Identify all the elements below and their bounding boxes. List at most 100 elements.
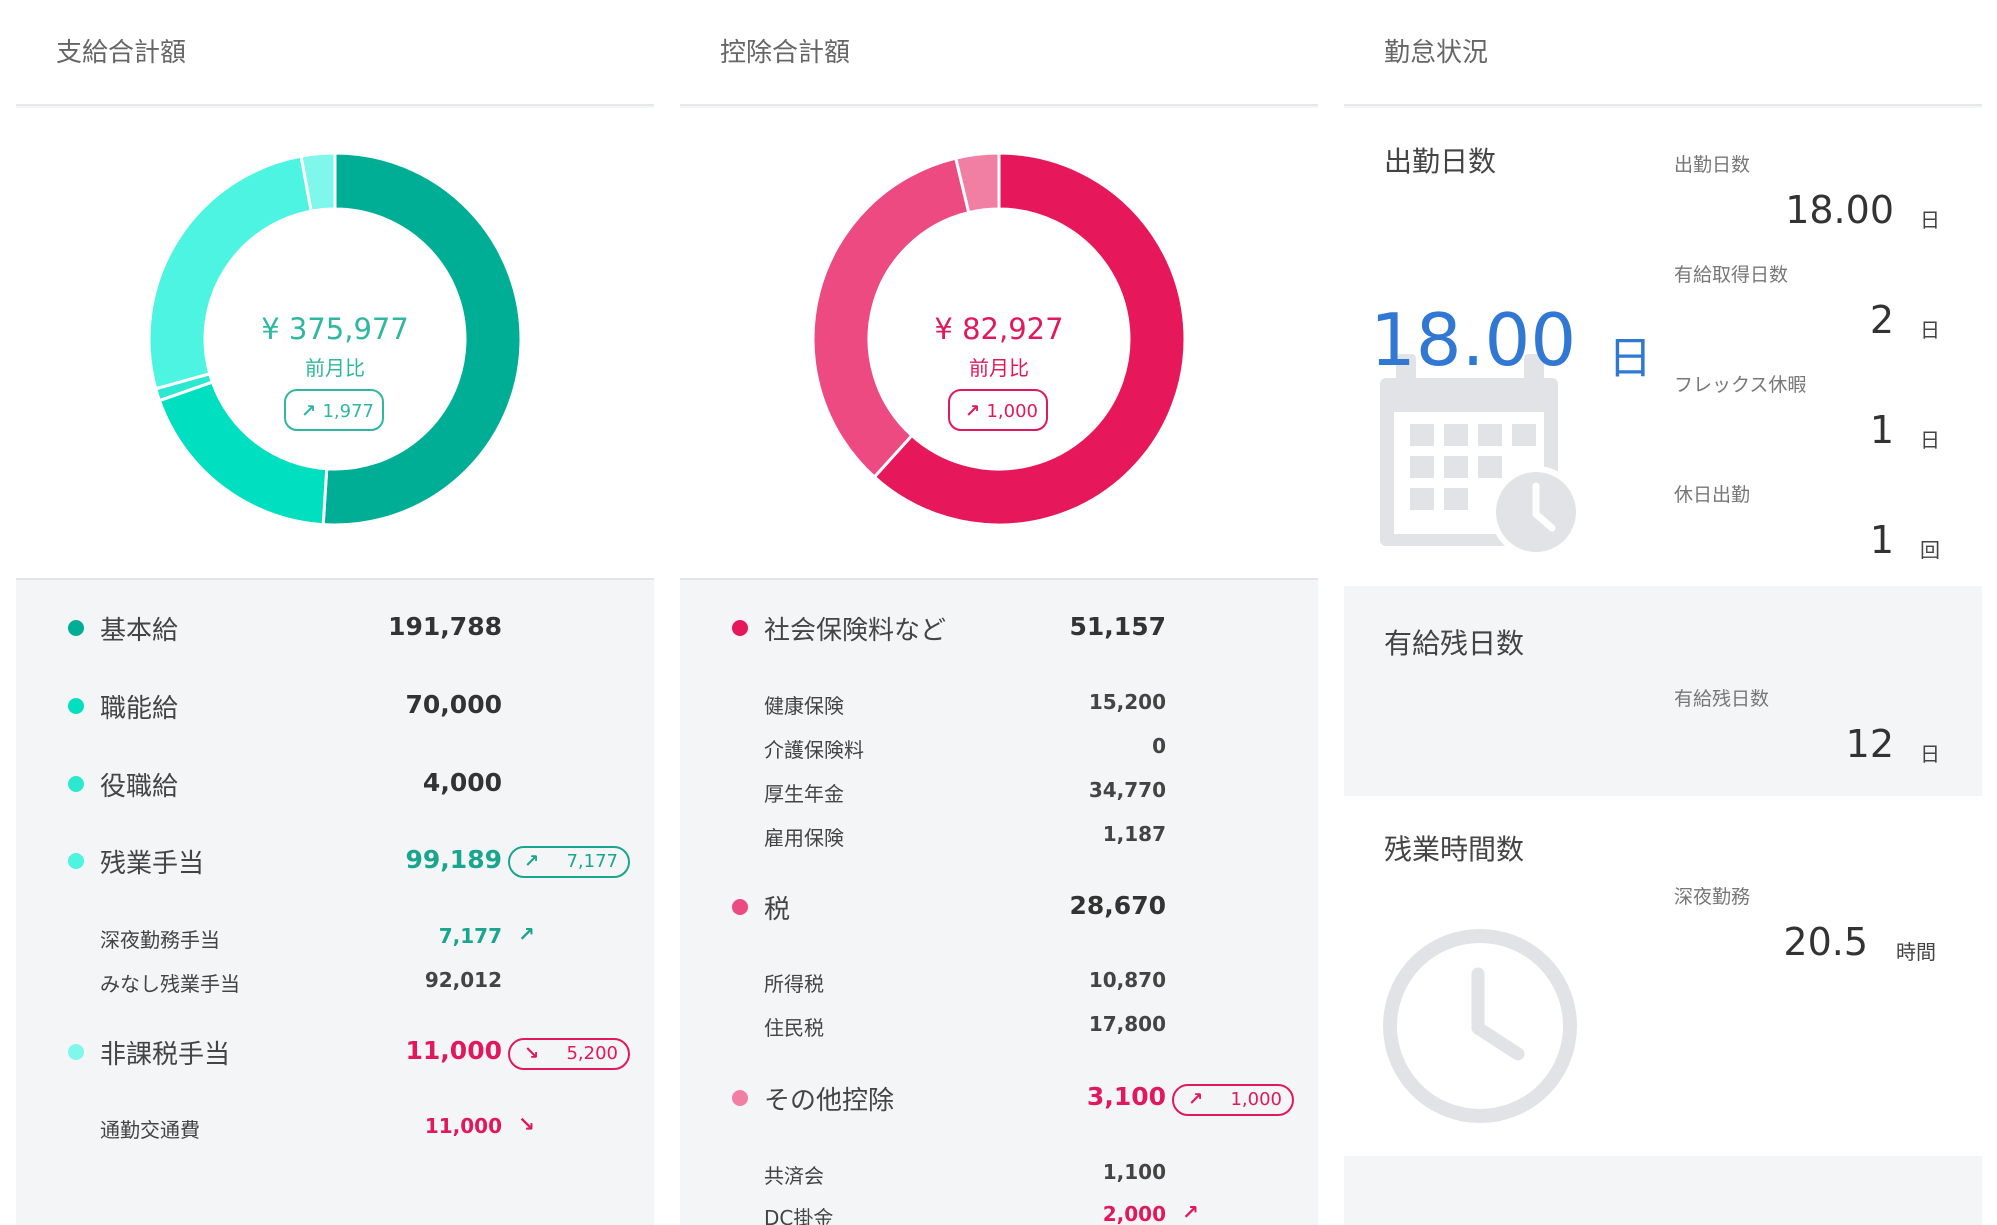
paid-leave-unit: 日 xyxy=(1920,742,1940,766)
overtime-heading: 残業時間数 xyxy=(1384,833,1525,866)
deductions-compare-value: 1,000 xyxy=(986,401,1038,422)
legend-dot xyxy=(732,620,748,636)
deductions-group-label: その他控除 xyxy=(764,1086,895,1116)
deductions-total: ¥ 82,927 xyxy=(934,312,1063,346)
legend-dot xyxy=(732,899,748,915)
deductions-group-label: 社会保険料など xyxy=(764,616,947,646)
clock-icon xyxy=(1383,929,1577,1123)
nontax-change-badge: ↘ 5,200 xyxy=(508,1038,630,1070)
detail-label: 有給取得日数 xyxy=(1674,264,1789,286)
trend-up-icon: ↗ xyxy=(1182,1200,1199,1224)
payments-sub-value: 7,177 xyxy=(438,924,502,948)
badge-value: 5,200 xyxy=(566,1043,618,1064)
legend-dot xyxy=(732,1090,748,1106)
detail-label: 出勤日数 xyxy=(1674,154,1751,176)
trend-down-icon: ↘ xyxy=(518,1112,535,1136)
deductions-sub-value: 17,800 xyxy=(1088,1012,1166,1036)
deductions-compare-label: 前月比 xyxy=(969,356,1029,380)
work-days-big-unit: 日 xyxy=(1608,333,1652,384)
deductions-donut-chart: ¥ 82,927 前月比 ↗ 1,000 xyxy=(811,151,1187,527)
detail-label: フレックス休暇 xyxy=(1674,374,1807,396)
overtime-unit: 時間 xyxy=(1896,940,1936,964)
paid-leave-label: 有給残日数 xyxy=(1674,688,1770,710)
detail-unit: 日 xyxy=(1920,208,1940,232)
trend-up-icon: ↗ xyxy=(965,401,980,422)
payments-title: 支給合計額 xyxy=(56,38,187,68)
payments-item-label: 基本給 xyxy=(100,616,179,646)
payments-header: 支給合計額 xyxy=(16,0,654,106)
legend-dot xyxy=(68,776,84,792)
overtime-card: 残業時間数 深夜勤務 20.5 時間 xyxy=(1344,796,1982,1156)
detail-unit: 日 xyxy=(1920,428,1940,452)
paid-leave-value: 12 xyxy=(1845,722,1894,766)
trend-down-icon: ↘ xyxy=(524,1043,540,1064)
payments-total: ¥ 375,977 xyxy=(261,312,409,346)
legend-dot xyxy=(68,1044,84,1060)
legend-dot xyxy=(68,853,84,869)
payments-item-label: 非課税手当 xyxy=(100,1040,231,1070)
paid-leave-card: 有給残日数 有給残日数 12 日 xyxy=(1344,590,1982,792)
legend-dot xyxy=(68,698,84,714)
payments-sub-label: 深夜勤務手当 xyxy=(100,928,220,952)
deductions-sub-value: 0 xyxy=(1152,734,1166,758)
payments-panel: 支給合計額 ¥ 375,977 前月比 ↗ 1,977 基本給 191,788 … xyxy=(16,0,654,1225)
overtime-change-badge: ↗ 7,177 xyxy=(508,846,630,878)
trend-up-icon: ↗ xyxy=(1188,1089,1204,1110)
payments-compare-label: 前月比 xyxy=(305,356,365,380)
attendance-footer-space xyxy=(1344,1156,1982,1225)
payments-compare-value: 1,977 xyxy=(322,401,374,422)
detail-value: 2 xyxy=(1869,298,1894,342)
detail-unit: 日 xyxy=(1920,318,1940,342)
payments-item-value: 11,000 xyxy=(405,1036,502,1065)
detail-value: 1 xyxy=(1869,408,1894,452)
detail-label: 休日出勤 xyxy=(1674,484,1751,506)
detail-value: 1 xyxy=(1869,518,1894,562)
overtime-value: 20.5 xyxy=(1783,920,1868,964)
attendance-title: 勤怠状況 xyxy=(1384,38,1489,68)
payments-item-value: 99,189 xyxy=(405,845,502,874)
payments-item-value: 70,000 xyxy=(405,690,502,719)
deductions-sub-label: 介護保険料 xyxy=(764,738,864,762)
payments-donut-chart: ¥ 375,977 前月比 ↗ 1,977 xyxy=(147,151,523,527)
detail-value: 18.00 xyxy=(1785,188,1894,232)
deductions-sub-value: 15,200 xyxy=(1088,690,1166,714)
payments-sub-value: 11,000 xyxy=(424,1114,502,1138)
deductions-panel: 控除合計額 ¥ 82,927 前月比 ↗ 1,000 社会保険料など 51,15… xyxy=(680,0,1318,1225)
deductions-header: 控除合計額 xyxy=(680,0,1318,106)
deductions-group-label: 税 xyxy=(764,895,791,925)
work-days-card: 出勤日数 18.00 日 出勤日数 18.00 日 有給取得日数 2 日 フレッ… xyxy=(1344,108,1982,586)
payments-item-value: 191,788 xyxy=(388,612,502,641)
trend-up-icon: ↗ xyxy=(518,922,535,946)
deductions-group-value: 28,670 xyxy=(1069,891,1166,920)
work-days-big-value: 18.00 xyxy=(1370,298,1577,382)
payments-item-label: 残業手当 xyxy=(100,849,205,879)
payments-item-value: 4,000 xyxy=(422,768,502,797)
badge-value: 7,177 xyxy=(566,851,618,872)
paid-leave-heading: 有給残日数 xyxy=(1384,627,1525,660)
payments-item-label: 役職給 xyxy=(100,772,179,802)
attendance-header: 勤怠状況 xyxy=(1344,0,1982,106)
donut-segment-overtime xyxy=(147,154,313,391)
deductions-sub-label: 雇用保険 xyxy=(764,826,844,850)
deductions-sub-label: 健康保険 xyxy=(764,694,844,718)
deductions-sub-label: 厚生年金 xyxy=(764,782,844,806)
deductions-title: 控除合計額 xyxy=(720,38,851,68)
badge-value: 1,000 xyxy=(1230,1089,1282,1110)
deductions-sub-label: DC掛金 xyxy=(764,1206,834,1225)
other-deduction-change-badge: ↗ 1,000 xyxy=(1172,1084,1294,1116)
deductions-sub-value: 1,187 xyxy=(1102,822,1166,846)
deductions-group-value: 51,157 xyxy=(1069,612,1166,641)
deductions-sub-value: 2,000 xyxy=(1102,1202,1166,1225)
deductions-sub-value: 1,100 xyxy=(1102,1160,1166,1184)
deductions-group-value: 3,100 xyxy=(1086,1082,1166,1111)
trend-up-icon: ↗ xyxy=(301,401,316,422)
payments-item-label: 職能給 xyxy=(100,694,179,724)
deductions-sub-value: 34,770 xyxy=(1088,778,1166,802)
deductions-sub-label: 共済会 xyxy=(764,1164,824,1188)
deductions-sub-label: 住民税 xyxy=(764,1016,824,1040)
work-days-heading: 出勤日数 xyxy=(1384,145,1497,178)
overtime-label: 深夜勤務 xyxy=(1674,886,1751,908)
calendar-clock-icon xyxy=(1380,354,1582,558)
deductions-sub-label: 所得税 xyxy=(764,972,824,996)
payments-sub-label: みなし残業手当 xyxy=(100,972,240,996)
